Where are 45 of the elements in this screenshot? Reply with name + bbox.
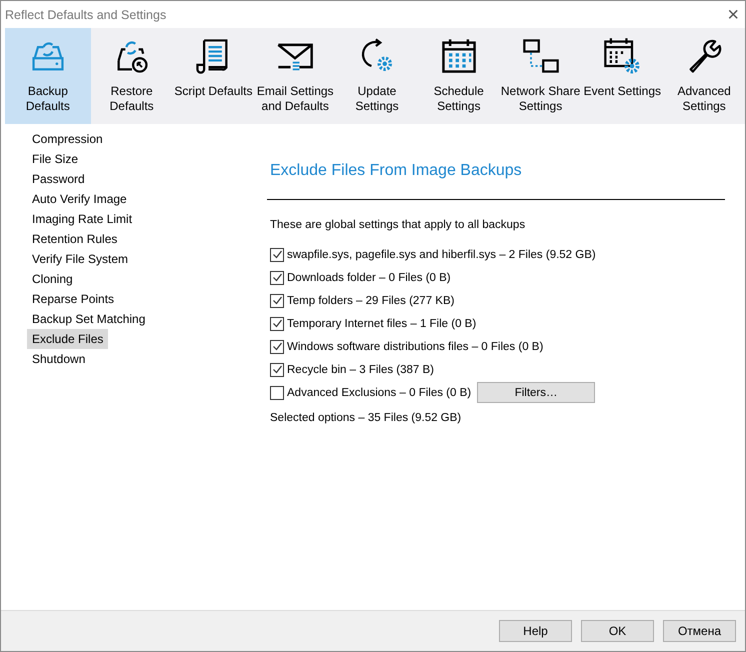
toolbar-button[interactable]: Backup Defaults: [5, 28, 91, 124]
option-label: swapfile.sys, pagefile.sys and hiberfil.sys – 2 Files (9.52 GB): [287, 248, 596, 260]
option-label: Downloads folder – 0 Files (0 B): [287, 272, 451, 284]
sidebar-item[interactable]: Exclude Files: [27, 329, 108, 349]
sidebar-item[interactable]: Imaging Rate Limit: [27, 209, 138, 229]
option-label: Temp folders – 29 Files (277 KB): [287, 294, 454, 306]
filters-button[interactable]: Filters…: [477, 382, 596, 403]
dialog-button[interactable]: OK: [581, 620, 654, 642]
dialog-button[interactable]: Help: [499, 620, 572, 642]
intro-text: These are global settings that apply to all backups: [270, 219, 526, 231]
toolbar-button[interactable]: Email Settings and Defaults: [254, 28, 336, 124]
checkbox[interactable]: [270, 362, 284, 376]
sidebar-item[interactable]: File Size: [27, 149, 84, 169]
checkbox[interactable]: [270, 270, 284, 284]
sidebar-item[interactable]: Cloning: [27, 269, 78, 289]
toolbar-button[interactable]: Script Defaults: [172, 28, 254, 124]
sidebar-item[interactable]: Verify File System: [27, 249, 134, 269]
sidebar-item[interactable]: Auto Verify Image: [27, 189, 132, 209]
toolbar-button[interactable]: Update Settings: [336, 28, 418, 124]
sidebar-item[interactable]: Backup Set Matching: [27, 309, 150, 329]
option-label: Recycle bin – 3 Files (387 B): [287, 364, 434, 376]
close-icon[interactable]: ×: [727, 4, 739, 24]
option-label: Temporary Internet files – 1 File (0 B): [287, 318, 476, 330]
summary-text: Selected options – 35 Files (9.52 GB): [270, 412, 462, 424]
toolbar-button[interactable]: Restore Defaults: [90, 28, 173, 124]
calendar-gear-icon: [602, 36, 642, 76]
option-label: Advanced Exclusions – 0 Files (0 B): [287, 386, 472, 398]
window-title: Reflect Defaults and Settings: [5, 8, 166, 22]
sidebar-item[interactable]: Compression: [27, 129, 108, 149]
sidebar-item[interactable]: Shutdown: [27, 349, 90, 369]
checkbox[interactable]: [270, 386, 284, 400]
option-label: Windows software distributions files – 0 Files (0 B): [287, 340, 544, 352]
sidebar-item[interactable]: Retention Rules: [27, 229, 122, 249]
section-heading: Exclude Files From Image Backups: [270, 162, 523, 180]
sidebar-item[interactable]: Password: [27, 169, 90, 189]
toolbar-button[interactable]: Schedule Settings: [418, 28, 500, 124]
dialog-button[interactable]: Отмена: [663, 620, 736, 642]
checkbox[interactable]: [270, 316, 284, 330]
checkbox[interactable]: [270, 294, 284, 308]
checkbox[interactable]: [270, 340, 284, 354]
toolbar-button[interactable]: Event Settings: [581, 28, 664, 124]
checkbox[interactable]: [270, 248, 284, 262]
sidebar-item[interactable]: Reparse Points: [27, 289, 120, 309]
toolbar-button[interactable]: Network Share Settings: [500, 28, 582, 124]
toolbar-button[interactable]: Advanced Settings: [663, 28, 745, 124]
